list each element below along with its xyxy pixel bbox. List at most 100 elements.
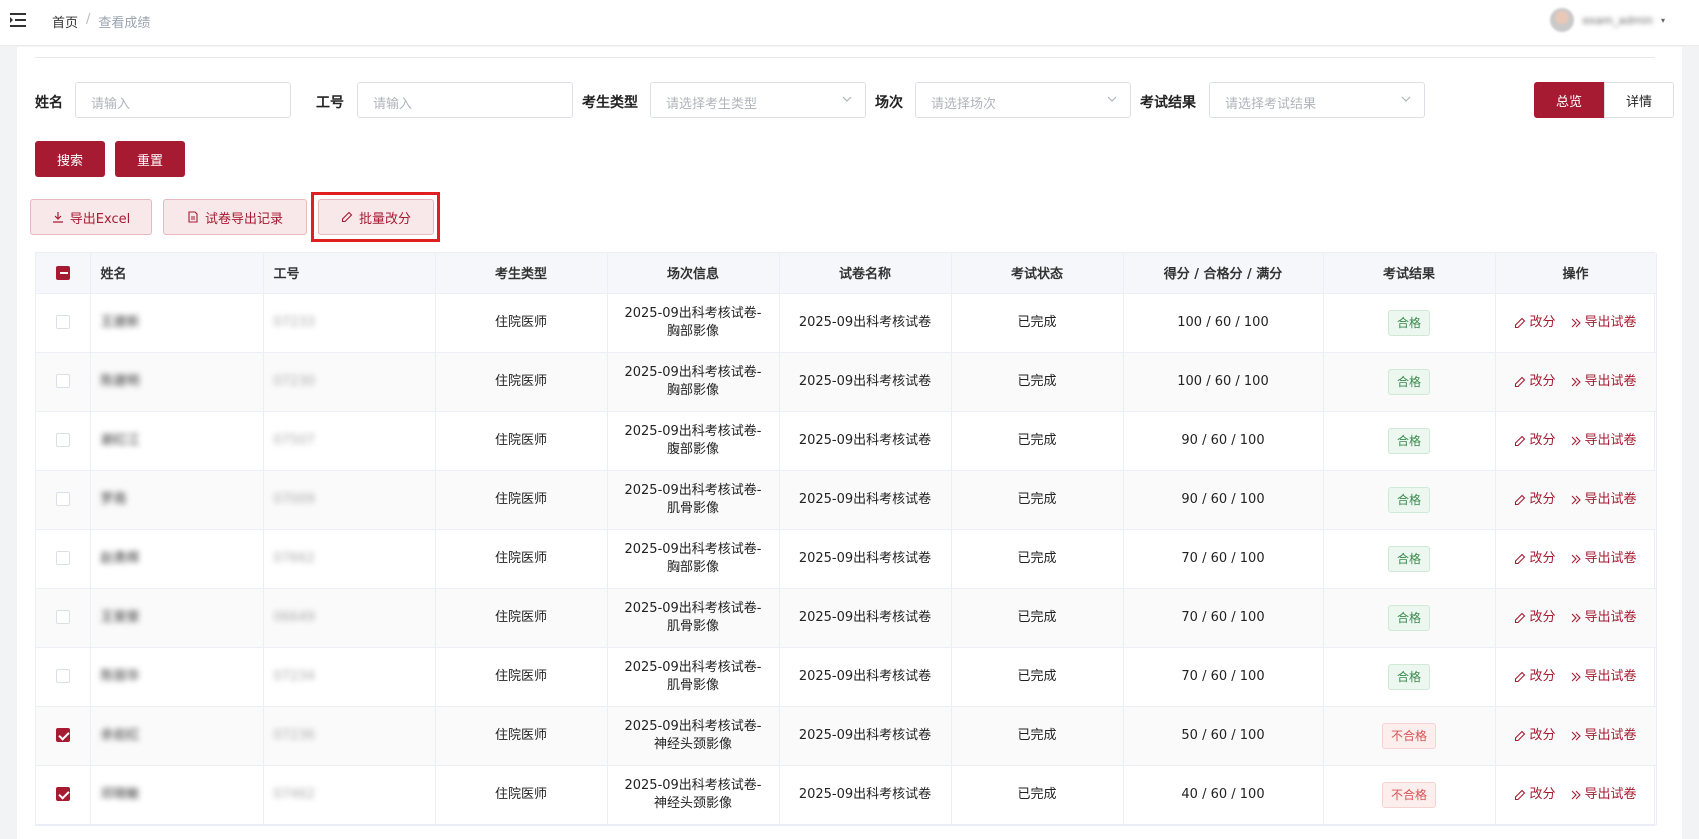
row-checkbox[interactable] xyxy=(55,551,70,565)
name-cell: 陈丽华 xyxy=(90,647,264,707)
regrade-link[interactable]: 改分 xyxy=(1514,314,1556,332)
type-select-placeholder: 请选择考生类型 xyxy=(666,97,758,112)
edit-icon xyxy=(1515,376,1526,387)
export-paper-link[interactable]: 导出试卷 xyxy=(1570,727,1637,745)
overview-toggle-button[interactable]: 总览 xyxy=(1534,82,1604,118)
row-select-cell xyxy=(36,293,91,353)
export-paper-link[interactable]: 导出试卷 xyxy=(1570,432,1637,450)
row-checkbox[interactable] xyxy=(55,315,70,329)
select-all-checkbox[interactable] xyxy=(55,265,70,280)
double-chevron-right-icon xyxy=(1571,731,1581,740)
row-checkbox[interactable] xyxy=(55,610,70,624)
row-checkbox[interactable] xyxy=(55,669,70,683)
result-cell: 不合格 xyxy=(1323,765,1496,825)
menu-collapse-icon[interactable] xyxy=(10,12,28,28)
result-cell: 合格 xyxy=(1323,588,1496,648)
row-checkbox[interactable] xyxy=(55,374,70,388)
regrade-label: 改分 xyxy=(1529,373,1556,389)
filter-bar: 姓名 请输入 工号 请输入 考生类型 请选择考生类型 场次 请选择场次 考试结果… xyxy=(35,82,1674,118)
name-input[interactable]: 请输入 xyxy=(75,82,291,118)
regrade-link[interactable]: 改分 xyxy=(1514,786,1556,804)
regrade-link[interactable]: 改分 xyxy=(1514,609,1556,627)
student-id: 07230 xyxy=(273,373,315,389)
regrade-link[interactable]: 改分 xyxy=(1514,727,1556,745)
edit-icon xyxy=(341,211,353,223)
detail-toggle-button[interactable]: 详情 xyxy=(1604,82,1674,118)
name-input-placeholder: 请输入 xyxy=(91,97,131,112)
regrade-link[interactable]: 改分 xyxy=(1514,491,1556,509)
export-paper-link[interactable]: 导出试卷 xyxy=(1570,373,1637,391)
ops-cell: 改分 导出试卷 xyxy=(1495,706,1657,766)
type-cell: 住院医师 xyxy=(435,352,608,412)
paper-cell: 2025-09出科考核试卷 xyxy=(779,647,952,707)
result-badge: 合格 xyxy=(1387,663,1430,690)
row-select-cell xyxy=(36,765,91,825)
name-label: 姓名 xyxy=(35,95,63,111)
export-excel-button[interactable]: 导出Excel xyxy=(30,199,152,235)
table-row: 邓晓敏 07462 住院医师 2025-09出科考核试卷- 神经头颈影像 2025-09出… xyxy=(36,765,1657,825)
result-cell: 合格 xyxy=(1323,647,1496,707)
export-paper-link[interactable]: 导出试卷 xyxy=(1570,491,1637,509)
select-all-cell xyxy=(36,253,91,294)
header-status: 考试状态 xyxy=(951,253,1124,294)
edit-icon xyxy=(1515,612,1526,623)
export-paper-link[interactable]: 导出试卷 xyxy=(1570,668,1637,686)
student-name: 王建新 xyxy=(100,314,140,330)
paper-export-log-button[interactable]: 试卷导出记录 xyxy=(163,199,307,235)
name-cell: 邓晓敏 xyxy=(90,765,264,825)
student-id: 07236 xyxy=(273,727,315,743)
export-paper-link[interactable]: 导出试卷 xyxy=(1570,314,1637,332)
status-cell: 已完成 xyxy=(951,411,1124,471)
id-cell: 07507 xyxy=(263,411,436,471)
regrade-link[interactable]: 改分 xyxy=(1514,668,1556,686)
name-cell: 王斐斐 xyxy=(90,588,264,648)
export-paper-link[interactable]: 导出试卷 xyxy=(1570,786,1637,804)
type-cell: 住院医师 xyxy=(435,529,608,589)
caret-down-icon[interactable]: ▾ xyxy=(1661,16,1665,25)
breadcrumb-home[interactable]: 首页 xyxy=(52,12,78,31)
regrade-link[interactable]: 改分 xyxy=(1514,373,1556,391)
session-cell: 2025-09出科考核试卷- 肌骨影像 xyxy=(607,588,780,648)
student-name: 王斐斐 xyxy=(100,609,140,625)
session-select[interactable]: 请选择场次 xyxy=(915,82,1131,118)
id-cell: 07662 xyxy=(263,529,436,589)
export-paper-link[interactable]: 导出试卷 xyxy=(1570,609,1637,627)
row-checkbox[interactable] xyxy=(55,728,70,742)
batch-regrade-label: 批量改分 xyxy=(358,211,411,227)
status-cell: 已完成 xyxy=(951,706,1124,766)
export-paper-link[interactable]: 导出试卷 xyxy=(1570,550,1637,568)
session-line-1: 2025-09出科考核试卷- xyxy=(624,718,762,734)
type-select[interactable]: 请选择考生类型 xyxy=(650,82,866,118)
regrade-link[interactable]: 改分 xyxy=(1514,550,1556,568)
batch-regrade-button[interactable]: 批量改分 xyxy=(318,199,434,235)
result-select[interactable]: 请选择考试结果 xyxy=(1209,82,1425,118)
user-menu[interactable]: exam_admin ▾ xyxy=(1550,8,1665,32)
result-badge: 合格 xyxy=(1387,604,1430,631)
export-paper-label: 导出试卷 xyxy=(1584,727,1637,743)
session-cell: 2025-09出科考核试卷- 胸部影像 xyxy=(607,293,780,353)
student-id: 07234 xyxy=(273,668,315,684)
status-cell: 已完成 xyxy=(951,352,1124,412)
document-icon xyxy=(188,211,198,223)
row-select-cell xyxy=(36,529,91,589)
row-checkbox[interactable] xyxy=(55,787,70,801)
id-cell: 06649 xyxy=(263,588,436,648)
reset-button[interactable]: 重置 xyxy=(115,141,185,177)
search-button[interactable]: 搜索 xyxy=(35,141,105,177)
row-checkbox[interactable] xyxy=(55,492,70,506)
header-result: 考试结果 xyxy=(1323,253,1496,294)
edit-icon xyxy=(1515,317,1526,328)
session-cell: 2025-09出科考核试卷- 胸部影像 xyxy=(607,529,780,589)
paper-cell: 2025-09出科考核试卷 xyxy=(779,352,952,412)
row-checkbox[interactable] xyxy=(55,433,70,447)
id-cell: 07009 xyxy=(263,470,436,530)
session-line-2: 肌骨影像 xyxy=(666,677,719,693)
regrade-link[interactable]: 改分 xyxy=(1514,432,1556,450)
username[interactable]: exam_admin xyxy=(1582,14,1653,27)
name-cell: 陈建明 xyxy=(90,352,264,412)
id-input[interactable]: 请输入 xyxy=(357,82,573,118)
id-cell: 07234 xyxy=(263,647,436,707)
ops-cell: 改分 导出试卷 xyxy=(1495,411,1657,471)
id-cell: 07230 xyxy=(263,352,436,412)
avatar[interactable] xyxy=(1550,8,1575,32)
